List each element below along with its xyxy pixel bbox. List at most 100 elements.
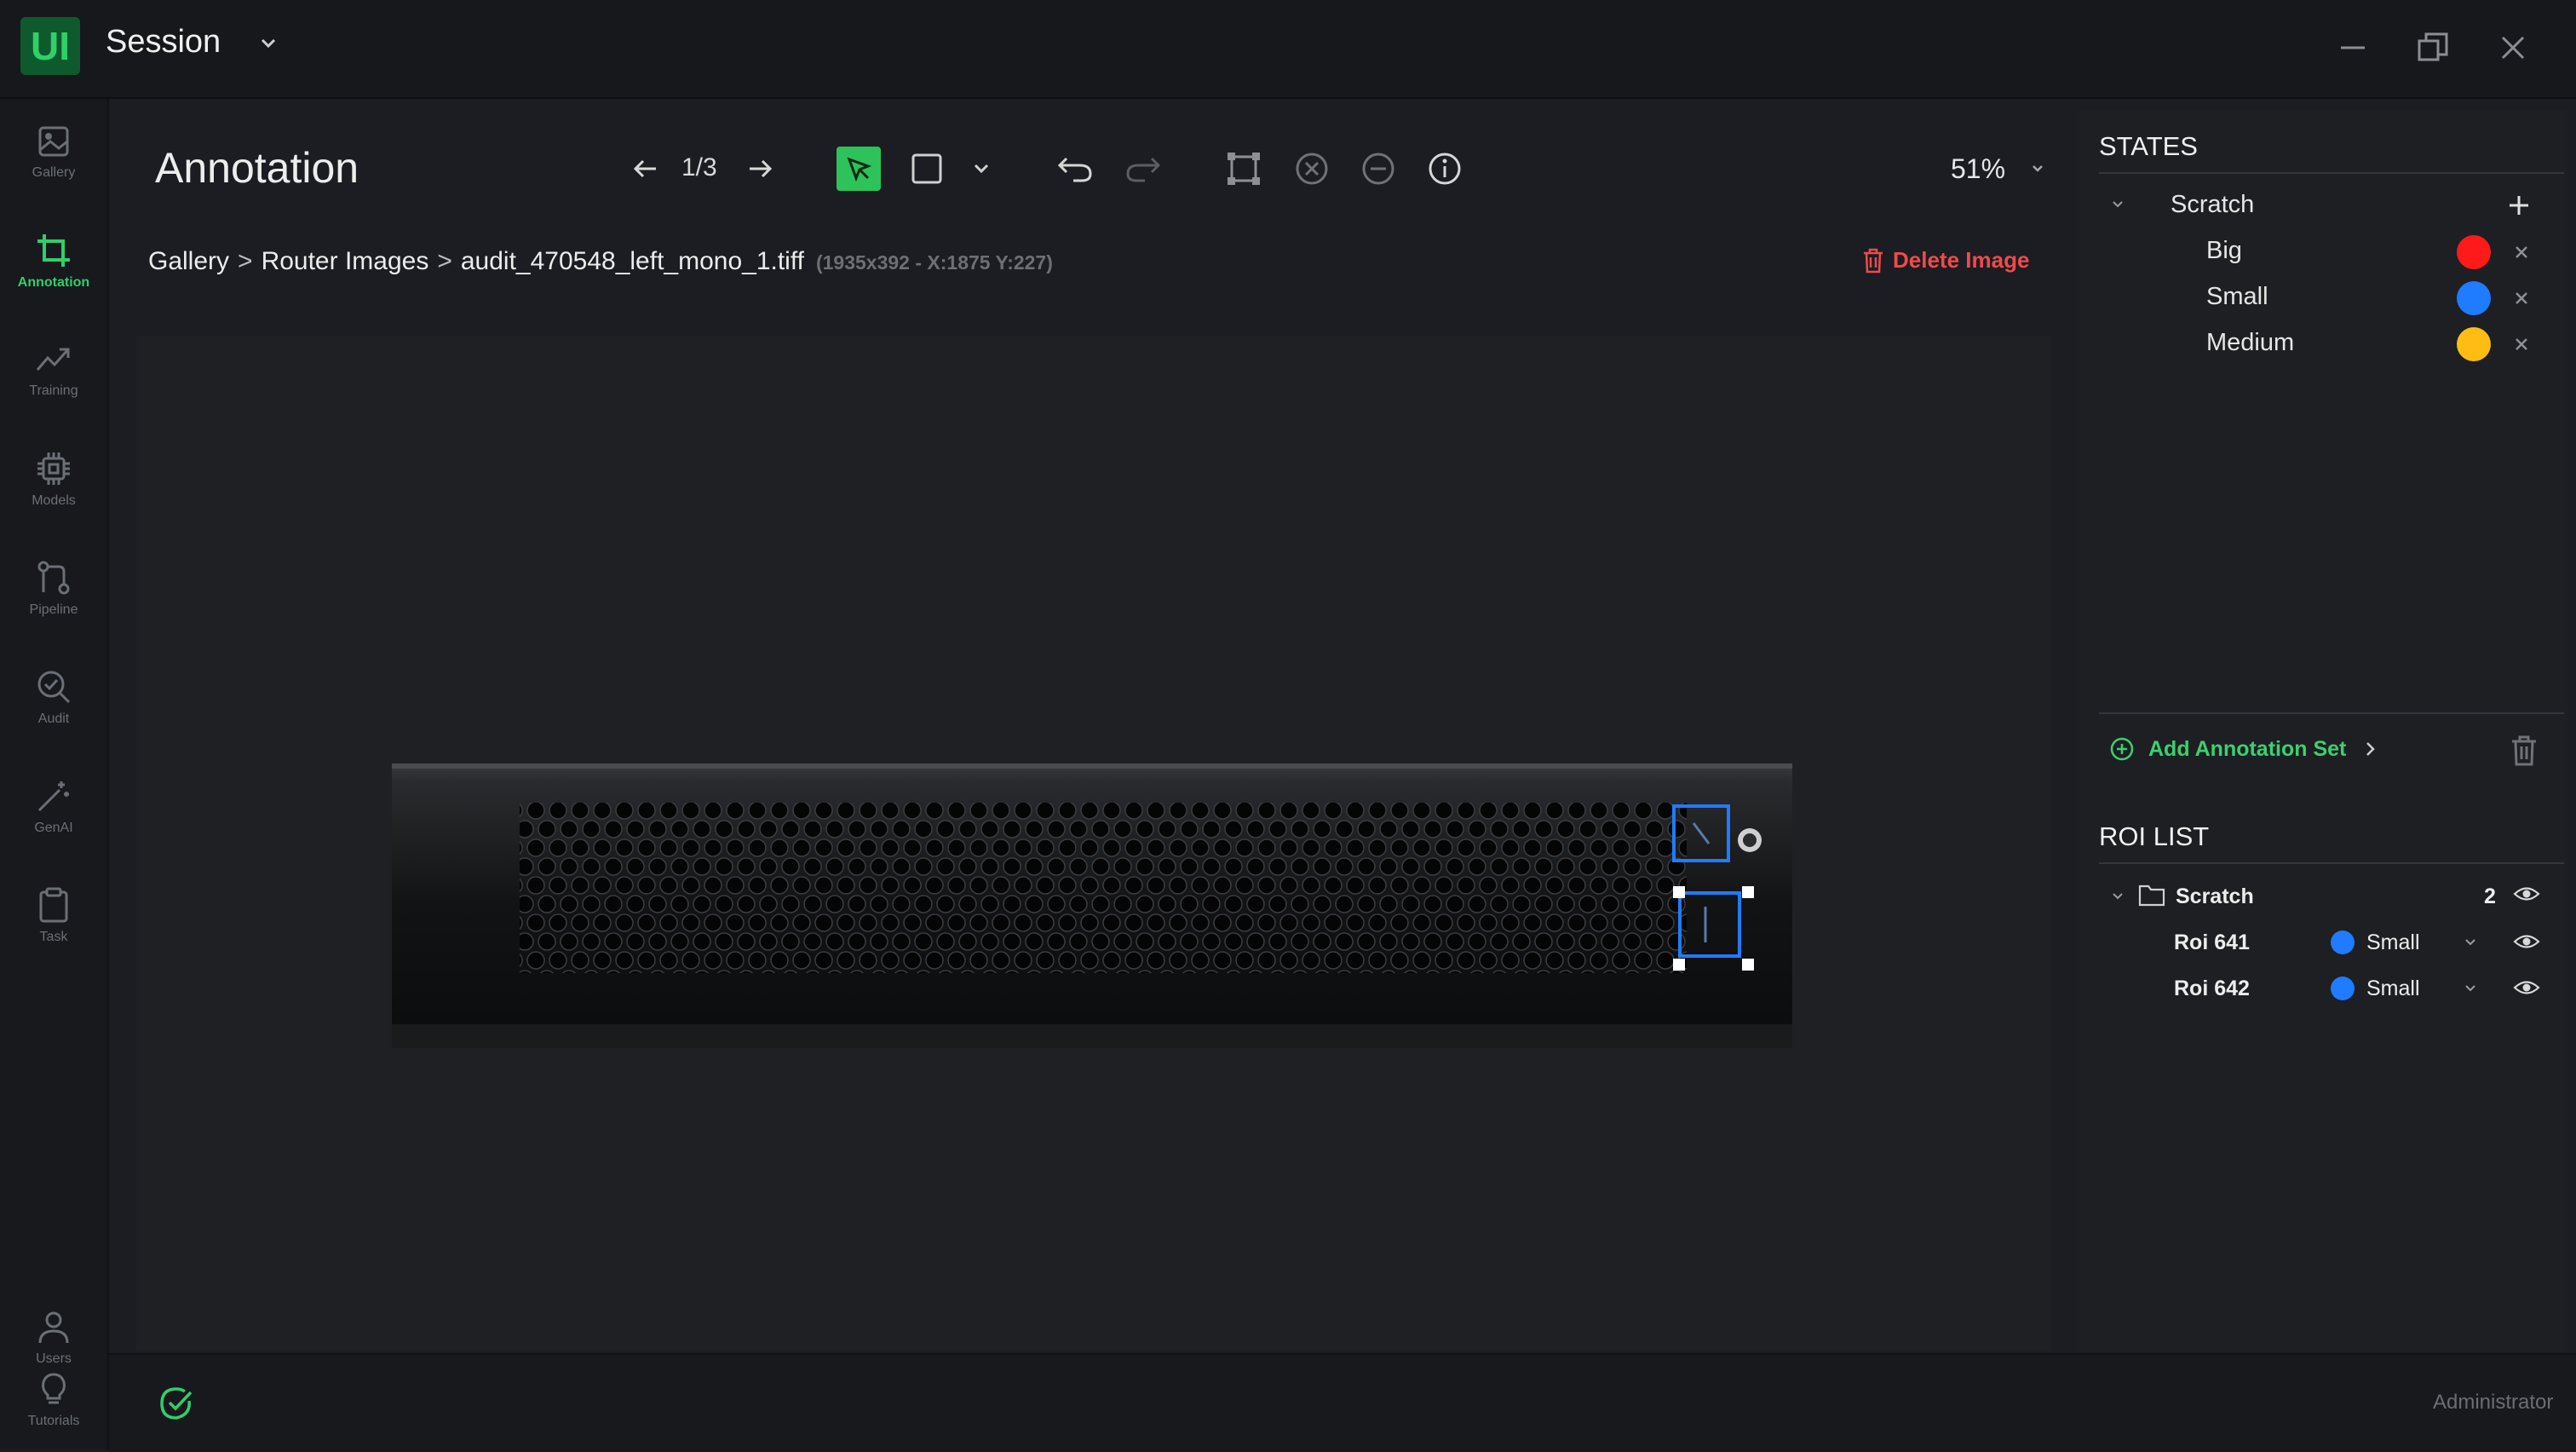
nav-item-models[interactable]: Models xyxy=(0,433,107,527)
nav-item-gallery[interactable]: Gallery xyxy=(0,106,107,199)
chevron-down-icon[interactable] xyxy=(2464,936,2477,949)
breadcrumb-gallery[interactable]: Gallery xyxy=(148,247,229,275)
state-item-medium[interactable]: Medium xyxy=(2079,320,2567,366)
roi-group-label: Scratch xyxy=(2176,884,2254,908)
roi-group-row[interactable]: Scratch 2 xyxy=(2079,874,2567,919)
chevron-down-icon[interactable] xyxy=(2111,198,2125,211)
image-meta: (1935x392 - X:1875 Y:227) xyxy=(815,251,1053,274)
nav-label: Task xyxy=(39,930,68,944)
close-icon[interactable] xyxy=(2489,24,2537,72)
select-tool-button[interactable] xyxy=(837,147,881,191)
trash-icon[interactable] xyxy=(2510,735,2539,767)
nav-label: Annotation xyxy=(17,275,90,290)
left-nav: Gallery Annotation Training Models Pipel… xyxy=(0,99,109,1450)
nav-label: GenAI xyxy=(34,821,73,835)
state-item-small[interactable]: Small xyxy=(2079,274,2567,320)
roi-count: 2 xyxy=(2484,884,2496,908)
nav-item-tutorials[interactable]: Tutorials xyxy=(0,1353,107,1447)
eye-icon[interactable] xyxy=(2513,883,2540,905)
redo-icon[interactable] xyxy=(1121,147,1165,191)
lightbulb-icon xyxy=(42,1373,66,1404)
nav-item-annotation[interactable]: Annotation xyxy=(0,215,107,308)
states-group-row[interactable]: Scratch xyxy=(2079,182,2567,228)
chevron-down-icon[interactable] xyxy=(256,31,281,56)
breadcrumb: Gallery > Router Images > audit_470548_left_… xyxy=(148,247,1053,276)
nav-label: Models xyxy=(32,493,76,508)
roi-state[interactable]: Small xyxy=(2366,977,2420,1001)
restore-icon[interactable] xyxy=(2409,24,2457,72)
roi-list-panel: ROI LIST Scratch 2 Roi 641 Small Roi 642… xyxy=(2079,806,2567,1351)
arrow-left-icon[interactable] xyxy=(624,147,668,191)
user-icon xyxy=(38,1311,69,1344)
roi-name: Roi 642 xyxy=(2174,977,2250,1000)
chevron-down-icon[interactable] xyxy=(2111,890,2125,903)
state-color-swatch[interactable] xyxy=(2457,281,2491,315)
eye-icon[interactable] xyxy=(2513,931,2540,953)
bounding-box-icon[interactable] xyxy=(1222,147,1266,191)
roi-state-swatch xyxy=(2331,931,2355,954)
zoom-level[interactable]: 51% xyxy=(1951,153,2005,185)
nav-label: Audit xyxy=(37,712,70,726)
state-color-swatch[interactable] xyxy=(2457,235,2491,269)
image-icon xyxy=(38,126,69,157)
rectangle-tool-icon[interactable] xyxy=(905,147,949,191)
close-icon[interactable] xyxy=(2511,242,2532,262)
chevron-right-icon xyxy=(2366,742,2376,756)
pipeline-icon xyxy=(37,561,70,595)
roi-item[interactable]: Roi 641 Small xyxy=(2079,920,2567,965)
crop-icon xyxy=(37,234,70,267)
close-icon[interactable] xyxy=(2511,334,2532,354)
nav-item-training[interactable]: Training xyxy=(0,324,107,418)
cursor-icon xyxy=(847,157,872,182)
trash-icon xyxy=(1864,248,1883,273)
folder-icon xyxy=(2138,884,2165,907)
nav-label: Gallery xyxy=(32,165,76,180)
router-panel-image xyxy=(392,763,1792,1048)
page-title: Annotation xyxy=(155,144,359,192)
nav-label: Pipeline xyxy=(29,602,78,617)
breadcrumb-separator: > xyxy=(238,247,253,275)
remove-circle-icon[interactable] xyxy=(1356,147,1400,191)
divider xyxy=(2099,862,2564,864)
plus-circle-icon xyxy=(2110,737,2134,761)
breadcrumb-file: audit_470548_left_mono_1.tiff xyxy=(460,247,804,275)
chip-icon xyxy=(37,452,70,485)
breadcrumb-router-images[interactable]: Router Images xyxy=(262,247,429,275)
minimize-icon[interactable] xyxy=(2329,24,2377,72)
chevron-down-icon[interactable] xyxy=(959,147,1003,191)
trend-icon xyxy=(36,348,70,371)
chevron-down-icon[interactable] xyxy=(2021,147,2055,191)
current-user: Administrator xyxy=(2433,1391,2554,1414)
breadcrumb-separator: > xyxy=(437,247,452,275)
clipboard-icon xyxy=(39,887,68,923)
arrow-right-icon[interactable] xyxy=(738,147,782,191)
eye-icon[interactable] xyxy=(2513,977,2540,999)
close-icon[interactable] xyxy=(2511,288,2532,308)
page-indicator: 1/3 xyxy=(681,153,717,182)
undo-icon[interactable] xyxy=(1053,147,1097,191)
info-icon[interactable] xyxy=(1423,147,1467,191)
divider xyxy=(2099,172,2564,174)
roi-state[interactable]: Small xyxy=(2366,931,2420,955)
add-annotation-set-button[interactable]: Add Annotation Set xyxy=(2109,736,2380,762)
delete-image-button[interactable]: Delete Image xyxy=(1862,247,2029,274)
nav-label: Training xyxy=(29,383,78,398)
title-bar xyxy=(0,0,2576,99)
roi-item[interactable]: Roi 642 Small xyxy=(2079,966,2567,1011)
clear-circle-icon[interactable] xyxy=(1290,147,1334,191)
state-color-swatch[interactable] xyxy=(2457,327,2491,361)
session-title[interactable]: Session xyxy=(106,24,221,60)
nav-item-genai[interactable]: GenAI xyxy=(0,760,107,854)
plus-icon[interactable] xyxy=(2506,193,2532,218)
app-logo: UI xyxy=(20,17,80,75)
nav-label: Tutorials xyxy=(27,1414,80,1428)
check-circle-icon xyxy=(160,1387,193,1420)
nav-item-pipeline[interactable]: Pipeline xyxy=(0,542,107,636)
search-check-icon xyxy=(37,671,71,704)
state-item-big[interactable]: Big xyxy=(2079,228,2567,274)
nav-item-task[interactable]: Task xyxy=(0,869,107,963)
roi-state-swatch xyxy=(2331,977,2355,1000)
roi-name: Roi 641 xyxy=(2174,931,2250,954)
nav-item-audit[interactable]: Audit xyxy=(0,651,107,745)
chevron-down-icon[interactable] xyxy=(2464,982,2477,995)
